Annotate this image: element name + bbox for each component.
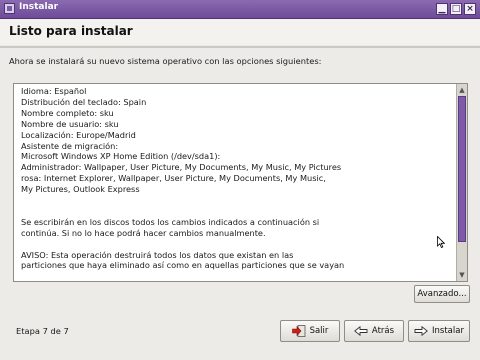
- scrollbar-thumb[interactable]: [458, 96, 466, 242]
- page-title: Listo para instalar: [9, 24, 133, 38]
- scroll-up-icon[interactable]: ▲: [457, 85, 467, 95]
- exit-icon: [291, 324, 305, 337]
- summary-blank-line: [21, 195, 451, 206]
- window-title: Instalar: [19, 2, 59, 12]
- summary-line: Idioma: Español: [21, 86, 87, 96]
- close-button[interactable]: ×: [464, 3, 476, 15]
- arrow-left-icon: [354, 325, 368, 336]
- summary-line: Administrador: Wallpaper, User Picture, …: [21, 162, 342, 173]
- summary-line: Microsoft Windows XP Home Edition (/dev/…: [21, 151, 221, 162]
- summary-line: Se escribirán en los discos todos los ca…: [21, 216, 320, 227]
- maximize-icon: □: [451, 4, 461, 14]
- summary-blank-line: [21, 206, 451, 217]
- quit-button-label: Salir: [309, 326, 329, 336]
- scroll-down-icon[interactable]: ▼: [457, 270, 467, 280]
- summary-textarea[interactable]: Idioma: Español Distribución del teclado…: [13, 83, 468, 282]
- summary-line: Localización: Europe/Madrid: [21, 129, 136, 140]
- summary-line: Asistente de migración:: [21, 140, 119, 151]
- mouse-cursor-icon: [437, 236, 445, 248]
- back-button-label: Atrás: [371, 326, 395, 336]
- step-indicator: Etapa 7 de 7: [16, 326, 69, 336]
- close-icon: ×: [466, 4, 474, 14]
- window-titlebar[interactable]: Instalar ▁ □ ×: [0, 0, 480, 19]
- summary-line: Nombre completo: sku: [21, 107, 114, 118]
- minimize-button[interactable]: ▁: [436, 3, 448, 15]
- maximize-button[interactable]: □: [450, 3, 462, 15]
- summary-line: rosa: Internet Explorer, Wallpaper, User…: [21, 173, 326, 184]
- summary-line: Distribución del teclado: Spain: [21, 96, 147, 107]
- advanced-button-label: Avanzado...: [417, 289, 467, 299]
- summary-line: Nombre de usuario: sku: [21, 118, 119, 129]
- page-subtitle: Ahora se instalará su nuevo sistema oper…: [9, 56, 322, 66]
- summary-line: AVISO: Esta operación destruirá todos lo…: [21, 249, 294, 260]
- advanced-button[interactable]: Avanzado...: [414, 285, 470, 303]
- arrow-right-icon: [414, 325, 428, 336]
- install-button[interactable]: Instalar: [408, 320, 470, 342]
- minimize-icon: ▁: [438, 4, 446, 14]
- summary-line: My Pictures, Outlook Express: [21, 184, 140, 195]
- summary-scrollbar[interactable]: ▲ ▼: [456, 84, 467, 281]
- install-button-label: Instalar: [432, 326, 464, 336]
- app-icon[interactable]: [4, 3, 15, 14]
- header-divider: [0, 46, 480, 48]
- page-header: Listo para instalar: [0, 19, 480, 45]
- summary-line: continúa. Si no lo hace podrá hacer camb…: [21, 227, 266, 238]
- summary-line: particiones que haya eliminado así como …: [21, 260, 345, 271]
- summary-content: Idioma: Español Distribución del teclado…: [21, 86, 451, 271]
- quit-button[interactable]: Salir: [280, 320, 340, 342]
- back-button[interactable]: Atrás: [344, 320, 404, 342]
- summary-blank-line: [21, 239, 451, 250]
